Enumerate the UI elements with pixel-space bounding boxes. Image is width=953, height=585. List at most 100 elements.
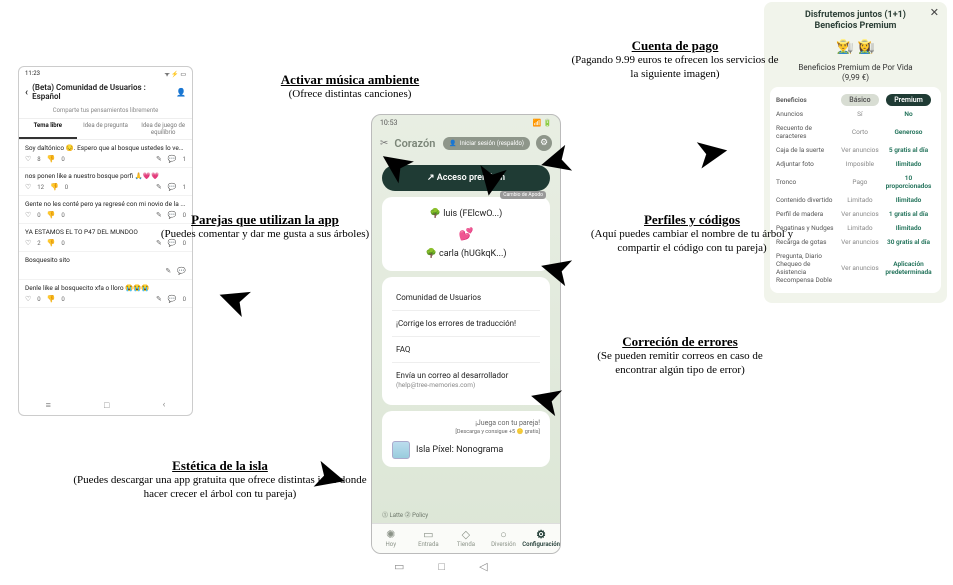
premium-value: Aplicación predeterminada [882, 260, 935, 276]
panel-title-l2: Beneficios Premium [815, 21, 897, 31]
dislike-icon[interactable]: 👎 [47, 211, 56, 219]
benefits-table: Beneficios Básico Premium AnunciosSíNo R… [770, 87, 941, 293]
farmer-icons: 👨‍🌾👩‍🌾 [770, 39, 941, 55]
link-label: ¡Corrige los errores de traducción! [396, 319, 516, 328]
premium-value: 10 proporcionados [882, 174, 935, 190]
premium-value: Generoso [882, 128, 935, 136]
post-text: nos ponen like a nuestro bosque porfi 🙏💗… [25, 172, 186, 180]
anno-correcion: Correción de errores (Se pueden remitir … [580, 334, 780, 378]
nav-hoy[interactable]: ✺Hoy [372, 524, 410, 553]
post[interactable]: Bosquesito sito ✎ 💬 [19, 252, 192, 280]
nav-label: Tienda [457, 541, 475, 548]
anno-title: Correción de errores [580, 334, 780, 350]
statusbar: 11:23 ᯤ ⚡ ▭ [19, 67, 192, 81]
login-button[interactable]: 👤 Iniciar sesión (respaldo) [443, 137, 530, 150]
comment-icon[interactable]: 💬 [177, 267, 186, 275]
anno-desc: (Puedes comentar y dar me gusta a sus ár… [160, 228, 370, 242]
profile-self[interactable]: 🌳 luis (FElcwO...) [392, 205, 540, 223]
time: 11:23 [25, 70, 40, 78]
status-icons: 📶 🔋 [533, 119, 552, 127]
post[interactable]: Soy daltónico 😔. Espero que al bosque us… [19, 140, 192, 168]
panel-title: Disfrutemos juntos (1+1) Beneficios Prem… [770, 8, 941, 39]
nav-home-icon[interactable]: □ [104, 400, 109, 411]
plan-name: Beneficios Premium de Por Vida [798, 63, 912, 72]
scissors-icon[interactable]: ✂ [380, 138, 388, 149]
profile-partner[interactable]: 🌳 carla (hUGkqK...) [392, 245, 540, 263]
benefit-name: Contenido divertido [776, 196, 838, 204]
tabs: Tema libre Idea de pregunta Idea de jueg… [19, 119, 192, 140]
like-icon[interactable]: ♡ [25, 211, 31, 219]
nav-back-icon[interactable]: ‹ [163, 400, 166, 411]
link-faq[interactable]: FAQ [392, 337, 540, 363]
premium-value: 5 gratis al día [882, 146, 935, 154]
tab-idea-pregunta[interactable]: Idea de pregunta [77, 119, 135, 139]
share-prompt[interactable]: Comparte tus pensamientos libremente [19, 105, 192, 119]
gear-icon[interactable]: ⚙ [536, 135, 552, 151]
post-text: Soy daltónico 😔. Espero que al bosque us… [25, 144, 186, 152]
profiles-card[interactable]: Cambio de Apodo 🌳 luis (FElcwO...) 💕 🌳 c… [382, 197, 550, 271]
benefit-name: Caja de la suerte [776, 146, 838, 154]
nav-diversion[interactable]: ○Diversión [485, 524, 523, 553]
comment-icon[interactable]: 💬 [168, 295, 177, 303]
premium-panel: ✕ Disfrutemos juntos (1+1) Beneficios Pr… [764, 2, 947, 303]
sun-icon: ✺ [372, 528, 410, 541]
link-label: FAQ [396, 345, 410, 354]
col-premium[interactable]: Premium [886, 94, 931, 106]
island-card[interactable]: ¡Juega con tu pareja! [Descarga y consig… [382, 411, 550, 467]
island-play-title: ¡Juega con tu pareja! [475, 419, 540, 427]
dislike-icon[interactable]: 👎 [47, 239, 56, 247]
table-row: TroncoPago10 proporcionados [774, 171, 937, 193]
island-thumb-icon [392, 441, 410, 459]
user-icon: 👤 [176, 88, 186, 97]
link-email-dev[interactable]: Envía un correo al desarrollador (help@t… [392, 363, 540, 397]
dislike-icon[interactable]: 👎 [47, 295, 56, 303]
post[interactable]: nos ponen like a nuestro bosque porfi 🙏💗… [19, 168, 192, 196]
edit-icon[interactable]: ✎ [156, 183, 162, 191]
premium-value: Ilimitado [882, 160, 935, 168]
like-icon[interactable]: ♡ [25, 155, 31, 163]
link-community[interactable]: Comunidad de Usuarios [392, 285, 540, 311]
plan-price: (9,99 €) [842, 73, 869, 82]
anno-desc: (Puedes descargar una app gratuita que o… [70, 474, 370, 502]
basic-value: Ver anuncios [838, 146, 882, 154]
benefit-name: Pregunta, Diario Chequeo de Asistencia R… [776, 252, 838, 284]
nav-recent-icon[interactable]: ▭ [394, 560, 404, 573]
dislike-count: 0 [61, 240, 64, 247]
basic-value: Ver anuncios [838, 210, 882, 218]
nav-back-icon[interactable]: ◁ [479, 560, 487, 573]
like-count: 2 [37, 240, 40, 247]
like-icon[interactable]: ♡ [25, 239, 31, 247]
table-row: Adjuntar fotoImposibleIlimitado [774, 157, 937, 171]
settings-phone: 10:53 📶 🔋 ✂ Corazón 👤 Iniciar sesión (re… [371, 114, 561, 554]
time: 10:53 [380, 119, 397, 127]
post-text: Denle like al bosquecito xfa o lloro 😭😭😭 [25, 284, 186, 292]
link-translation-fix[interactable]: ¡Corrige los errores de traducción! [392, 311, 540, 337]
farmer-icon: 👩‍🌾 [858, 39, 875, 55]
like-icon[interactable]: ♡ [25, 183, 31, 191]
dislike-icon[interactable]: 👎 [47, 155, 56, 163]
edit-icon[interactable]: ✎ [156, 295, 162, 303]
edit-icon[interactable]: ✎ [156, 155, 162, 163]
dislike-count: 0 [61, 212, 64, 219]
nav-entrada[interactable]: ▭Entrada [410, 524, 448, 553]
comment-icon[interactable]: 💬 [168, 183, 177, 191]
nav-configuracion[interactable]: ⚙Configuración [522, 524, 560, 553]
nav-recent-icon[interactable]: ≡ [46, 400, 51, 411]
dislike-icon[interactable]: 👎 [50, 183, 59, 191]
nav-home-icon[interactable]: □ [438, 560, 445, 573]
tab-idea-juego[interactable]: Idea de juego de equilibrio [134, 119, 192, 139]
back-icon[interactable]: ‹ [25, 87, 28, 98]
dislike-count: 0 [61, 156, 64, 163]
premium-access-button[interactable]: ↗ Acceso premium [382, 165, 550, 191]
comment-icon[interactable]: 💬 [168, 155, 177, 163]
edit-icon[interactable]: ✎ [165, 267, 171, 275]
tab-tema-libre[interactable]: Tema libre [19, 119, 77, 139]
close-icon[interactable]: ✕ [930, 6, 939, 19]
post[interactable]: Denle like al bosquecito xfa o lloro 😭😭😭… [19, 280, 192, 308]
like-icon[interactable]: ♡ [25, 295, 31, 303]
benefit-name: Tronco [776, 178, 838, 186]
footer-links[interactable]: ⓵ Latte ⓶ Policy [382, 510, 428, 519]
island-play-sub: [Descarga y consigue +5 🪙 gratis] [455, 429, 540, 435]
nav-tienda[interactable]: ◇Tienda [447, 524, 485, 553]
col-basic[interactable]: Básico [841, 94, 878, 106]
